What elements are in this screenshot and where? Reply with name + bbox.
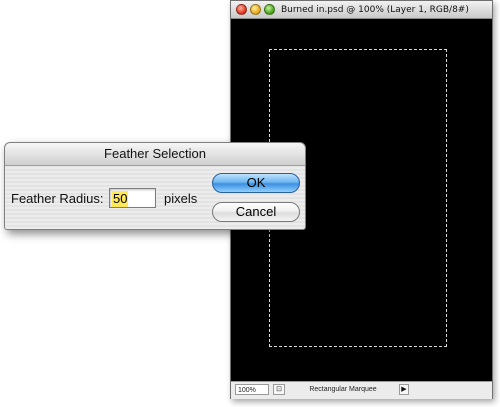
document-info-icon[interactable]: ⊡ bbox=[273, 384, 285, 395]
document-title: Burned in.psd @ 100% (Layer 1, RGB/8#) bbox=[281, 5, 469, 15]
dialog-title: Feather Selection bbox=[104, 146, 206, 161]
cancel-button[interactable]: Cancel bbox=[212, 202, 300, 222]
pixels-unit-label: pixels bbox=[164, 191, 198, 206]
ok-button[interactable]: OK bbox=[212, 173, 300, 193]
feather-selection-dialog: Feather Selection Feather Radius: 50 pix… bbox=[4, 142, 306, 230]
feather-radius-label: Feather Radius: bbox=[11, 191, 104, 206]
zoom-window-icon[interactable] bbox=[264, 4, 275, 15]
close-window-icon[interactable] bbox=[236, 4, 247, 15]
minimize-window-icon[interactable] bbox=[250, 4, 261, 15]
document-titlebar[interactable]: Burned in.psd @ 100% (Layer 1, RGB/8#) bbox=[231, 1, 492, 19]
zoom-level-field[interactable]: 100% bbox=[235, 384, 269, 395]
status-menu-arrow-icon[interactable]: ▶ bbox=[399, 384, 409, 395]
feather-radius-input[interactable]: 50 bbox=[109, 188, 156, 208]
feather-radius-value[interactable]: 50 bbox=[112, 191, 129, 207]
current-tool-readout: Rectangular Marquee bbox=[309, 386, 377, 393]
document-statusbar: 100% ⊡ Rectangular Marquee ▶ bbox=[231, 381, 492, 399]
dialog-titlebar[interactable]: Feather Selection bbox=[5, 143, 305, 166]
